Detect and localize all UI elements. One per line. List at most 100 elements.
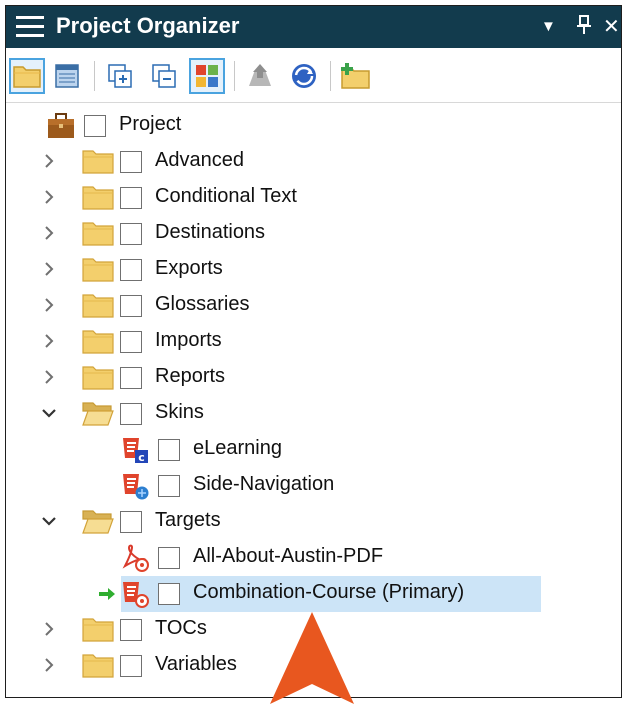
tree-node-all-about-austin-pdf[interactable]: All-About-Austin-PDF — [6, 540, 621, 576]
tree-node-exports[interactable]: Exports — [6, 252, 621, 288]
chevron-down-icon[interactable] — [39, 403, 59, 423]
dropdown-icon[interactable]: ▼ — [541, 18, 556, 35]
tree-node-advanced[interactable]: Advanced — [6, 144, 621, 180]
tree-node-label: Glossaries — [155, 293, 250, 315]
tree-node-project[interactable]: Project — [6, 108, 621, 144]
refresh-button[interactable] — [286, 58, 322, 94]
close-icon[interactable]: ✕ — [603, 14, 620, 39]
folder-closed-icon — [82, 616, 114, 644]
folder-open-icon — [82, 508, 114, 536]
properties-button[interactable] — [49, 58, 85, 94]
refresh-icon — [292, 64, 316, 88]
chevron-right-icon[interactable] — [39, 619, 59, 639]
add-folder-button[interactable] — [338, 58, 374, 94]
tree-node-label: Variables — [155, 653, 237, 675]
publish-button[interactable] — [242, 58, 278, 94]
tree-node-label: TOCs — [155, 617, 207, 639]
folder-closed-icon — [82, 652, 114, 680]
checkbox[interactable] — [120, 331, 142, 353]
briefcase-icon — [46, 112, 76, 140]
checkbox[interactable] — [158, 475, 180, 497]
svg-text:c: c — [138, 451, 145, 464]
window-title: Project Organizer — [56, 13, 240, 38]
tree-node-label: Skins — [155, 401, 204, 423]
show-files-icon — [196, 65, 218, 87]
checkbox[interactable] — [84, 115, 106, 137]
html5-target-icon — [120, 580, 150, 608]
folder-closed-icon — [82, 148, 114, 176]
checkbox[interactable] — [120, 187, 142, 209]
checkbox[interactable] — [158, 547, 180, 569]
collapse-all-icon — [152, 64, 176, 88]
chevron-down-icon[interactable] — [39, 511, 59, 531]
chevron-right-icon[interactable] — [39, 367, 59, 387]
tree-node-label: Advanced — [155, 149, 244, 171]
checkbox[interactable] — [120, 403, 142, 425]
pointer-arrow-icon — [270, 612, 354, 704]
tree-node-label: Conditional Text — [155, 185, 297, 207]
project-organizer-panel: Project Organizer ▼ ✕ Project Advanced C… — [5, 5, 622, 698]
chevron-right-icon[interactable] — [39, 295, 59, 315]
tree-node-label: Side-Navigation — [193, 473, 335, 495]
collapse-all-button[interactable] — [146, 58, 182, 94]
chevron-right-icon[interactable] — [39, 331, 59, 351]
tree-node-label: Exports — [155, 257, 223, 279]
checkbox[interactable] — [120, 511, 142, 533]
tree-node-label: Project — [119, 113, 182, 135]
folder-closed-icon — [82, 364, 114, 392]
pdf-target-icon — [120, 544, 150, 572]
folder-open-icon — [82, 400, 114, 428]
folder-closed-icon — [82, 256, 114, 284]
toolbar — [6, 49, 621, 103]
tree-node-targets[interactable]: Targets — [6, 504, 621, 540]
tree-node-imports[interactable]: Imports — [6, 324, 621, 360]
tree-node-reports[interactable]: Reports — [6, 360, 621, 396]
tree-node-conditional-text[interactable]: Conditional Text — [6, 180, 621, 216]
tree-node-destinations[interactable]: Destinations — [6, 216, 621, 252]
checkbox[interactable] — [120, 223, 142, 245]
checkbox[interactable] — [120, 655, 142, 677]
tree-node-side-navigation[interactable]: Side-Navigation — [6, 468, 621, 504]
checkbox[interactable] — [120, 151, 142, 173]
skin-elearning-icon: c — [120, 436, 150, 464]
open-folder-icon — [13, 66, 41, 88]
skin-side-navigation-icon — [120, 472, 150, 500]
add-folder-icon — [341, 63, 370, 89]
properties-icon — [55, 64, 79, 88]
tree-node-label: eLearning — [193, 437, 282, 459]
checkbox[interactable] — [120, 295, 142, 317]
tree-node-label: Destinations — [155, 221, 266, 243]
folder-closed-icon — [82, 184, 114, 212]
tree-node-elearning[interactable]: c eLearning — [6, 432, 621, 468]
checkbox[interactable] — [158, 583, 180, 605]
pin-icon[interactable] — [576, 14, 592, 42]
folder-closed-icon — [82, 220, 114, 248]
checkbox[interactable] — [158, 439, 180, 461]
show-files-button[interactable] — [189, 58, 225, 94]
checkbox[interactable] — [120, 259, 142, 281]
publish-icon — [249, 64, 271, 86]
tree-node-label: All-About-Austin-PDF — [193, 545, 384, 567]
folder-closed-icon — [82, 292, 114, 320]
tree-node-glossaries[interactable]: Glossaries — [6, 288, 621, 324]
hamburger-menu-icon[interactable] — [16, 16, 44, 38]
chevron-right-icon[interactable] — [39, 223, 59, 243]
tree-node-label: Reports — [155, 365, 226, 387]
expand-all-icon — [108, 64, 132, 88]
chevron-right-icon[interactable] — [39, 151, 59, 171]
folder-closed-icon — [82, 328, 114, 356]
primary-target-arrow-icon — [98, 585, 116, 603]
project-tree: Project Advanced Conditional Text Destinati… — [6, 104, 621, 698]
chevron-right-icon[interactable] — [39, 259, 59, 279]
tree-node-skins[interactable]: Skins — [6, 396, 621, 432]
chevron-right-icon[interactable] — [39, 655, 59, 675]
chevron-right-icon[interactable] — [39, 187, 59, 207]
tree-node-combination-course-primary[interactable]: Combination-Course (Primary) — [6, 576, 621, 612]
checkbox[interactable] — [120, 619, 142, 641]
tree-node-label: Imports — [155, 329, 222, 351]
open-folder-button[interactable] — [9, 58, 45, 94]
title-bar: Project Organizer ▼ ✕ — [6, 6, 621, 48]
checkbox[interactable] — [120, 367, 142, 389]
expand-all-button[interactable] — [102, 58, 138, 94]
tree-node-label: Combination-Course (Primary) — [193, 581, 465, 603]
